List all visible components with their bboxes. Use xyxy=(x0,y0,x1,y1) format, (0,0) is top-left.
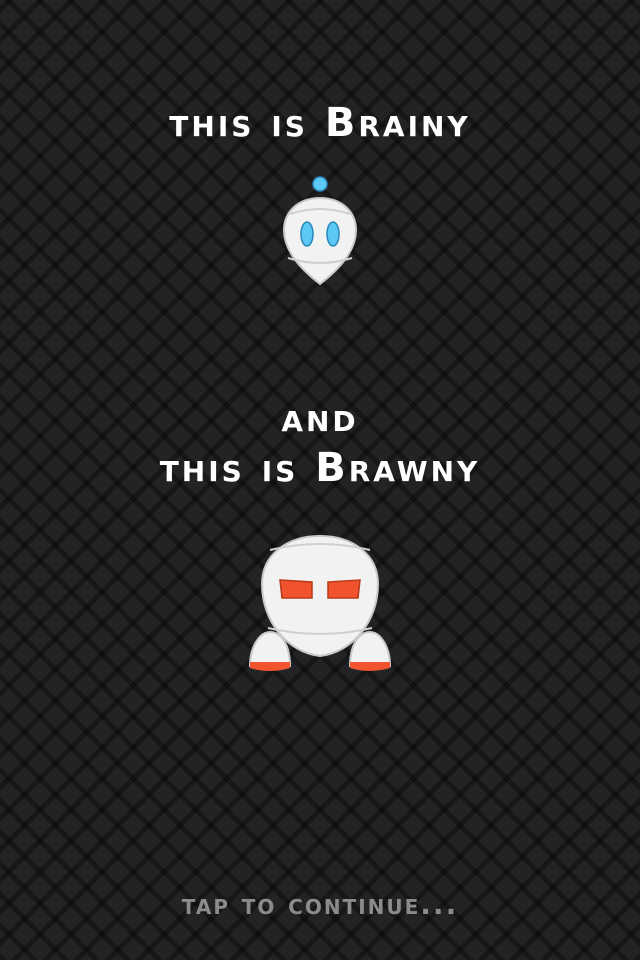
tap-to-continue-text[interactable]: Tap to continue... xyxy=(0,888,640,921)
intro-brainy-prefix: this is xyxy=(169,100,325,146)
brainy-left-eye xyxy=(300,221,314,247)
brainy-name: Brainy xyxy=(324,100,471,146)
intro-brawny-prefix: this is xyxy=(159,445,316,491)
brainy-right-eye xyxy=(326,221,340,247)
brawny-robot-icon xyxy=(248,534,392,671)
brainy-head xyxy=(282,196,358,286)
brawny-left-eye xyxy=(279,579,313,599)
brainy-antenna xyxy=(312,176,328,192)
brawny-right-eye xyxy=(327,579,361,599)
intro-screen[interactable]: this is Brainy and this is Brawny tap to… xyxy=(0,0,640,960)
intro-brainy-text: this is Brainy xyxy=(0,100,640,146)
intro-brawny-text: this is Brawny xyxy=(0,445,640,491)
intro-and-text: and xyxy=(281,395,359,441)
brawny-name: Brawny xyxy=(315,445,481,491)
brainy-robot-icon xyxy=(282,176,358,286)
